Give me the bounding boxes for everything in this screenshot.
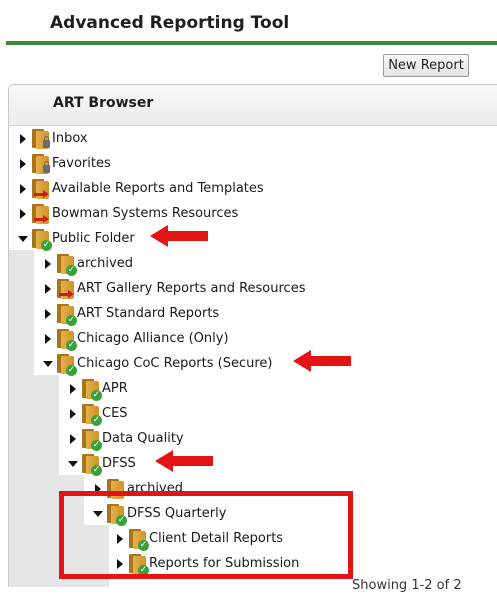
expand-arrow-icon[interactable] [65,376,81,401]
folder-lock-icon [31,128,51,150]
page-title: Advanced Reporting Tool [50,13,290,33]
folder-check-icon: ✓ [81,453,102,476]
art-browser-title: ART Browser [53,95,154,111]
expand-arrow-icon[interactable] [40,251,56,276]
tree-indent-level-1 [9,250,34,587]
new-report-button[interactable]: New Report [383,54,469,77]
tree-node-label[interactable]: ART Gallery Reports and Resources [77,281,305,296]
folder-link-icon [31,203,51,225]
folder-check-icon: ✓ [56,303,77,326]
folder-check-icon: ✓ [81,378,102,401]
tree-node-label[interactable]: Inbox [52,131,88,146]
expand-arrow-icon[interactable] [15,176,31,201]
tree-node[interactable]: ART Gallery Reports and Resources [40,276,305,301]
tree-node[interactable]: ✓ APR [65,376,128,401]
tree-node-label[interactable]: APR [102,381,128,396]
expand-arrow-icon[interactable] [40,301,56,326]
tree-node[interactable]: ✓ ART Standard Reports [40,301,219,326]
tree-node[interactable]: Bowman Systems Resources [15,201,238,226]
tree-node-label[interactable]: Chicago CoC Reports (Secure) [77,356,272,371]
tree-indent-level-2 [34,375,59,587]
annotation-arrow-icon [155,450,213,472]
tree-node-label[interactable]: archived [77,256,133,271]
folder-check-icon: ✓ [81,403,102,426]
art-browser-header: ART Browser [9,85,497,126]
folder-check-icon: ✓ [56,353,77,376]
expand-arrow-icon[interactable] [40,276,56,301]
collapse-arrow-icon[interactable] [40,351,56,376]
tree-node[interactable]: Available Reports and Templates [15,176,264,201]
annotation-arrow-icon [150,225,208,247]
folder-link-icon [56,278,76,300]
collapse-arrow-icon[interactable] [65,451,81,476]
header-accent-bar [6,41,497,45]
folder-link-icon [31,178,51,200]
tree-node[interactable]: ✓ Public Folder [15,226,135,251]
tree-node[interactable]: ✓ Chicago Alliance (Only) [40,326,229,351]
tree-node-label[interactable]: Available Reports and Templates [52,181,264,196]
expand-arrow-icon[interactable] [65,426,81,451]
folder-check-icon: ✓ [56,253,77,276]
collapse-arrow-icon[interactable] [15,226,31,251]
tree-node[interactable]: ✓ DFSS [65,451,136,476]
tree-node-label[interactable]: Bowman Systems Resources [52,206,238,221]
expand-arrow-icon[interactable] [15,151,31,176]
tree-node-label[interactable]: Chicago Alliance (Only) [77,331,229,346]
expand-arrow-icon[interactable] [15,201,31,226]
tree-node-label[interactable]: Public Folder [52,231,135,246]
folder-lock-icon [31,153,51,175]
folder-check-icon: ✓ [31,228,52,251]
tree-node[interactable]: ✓ archived [40,251,133,276]
tree-node-label[interactable]: ART Standard Reports [77,306,219,321]
tree-node[interactable]: Favorites [15,151,111,176]
tree-node-label[interactable]: Favorites [52,156,111,171]
expand-arrow-icon[interactable] [65,401,81,426]
expand-arrow-icon[interactable] [15,126,31,151]
tree-node[interactable]: ✓ Data Quality [65,426,184,451]
folder-check-icon: ✓ [81,428,102,451]
expand-arrow-icon[interactable] [40,326,56,351]
tree-node-label[interactable]: CES [102,406,128,421]
tree-node[interactable]: ✓ CES [65,401,128,426]
annotation-highlight-box [59,491,353,579]
tree-node[interactable]: Inbox [15,126,88,151]
annotation-arrow-icon [293,350,351,372]
tree-node[interactable]: ✓ Chicago CoC Reports (Secure) [40,351,272,376]
tree-node-label[interactable]: Data Quality [102,431,184,446]
folder-check-icon: ✓ [56,328,77,351]
tree-node-label[interactable]: DFSS [102,456,136,471]
